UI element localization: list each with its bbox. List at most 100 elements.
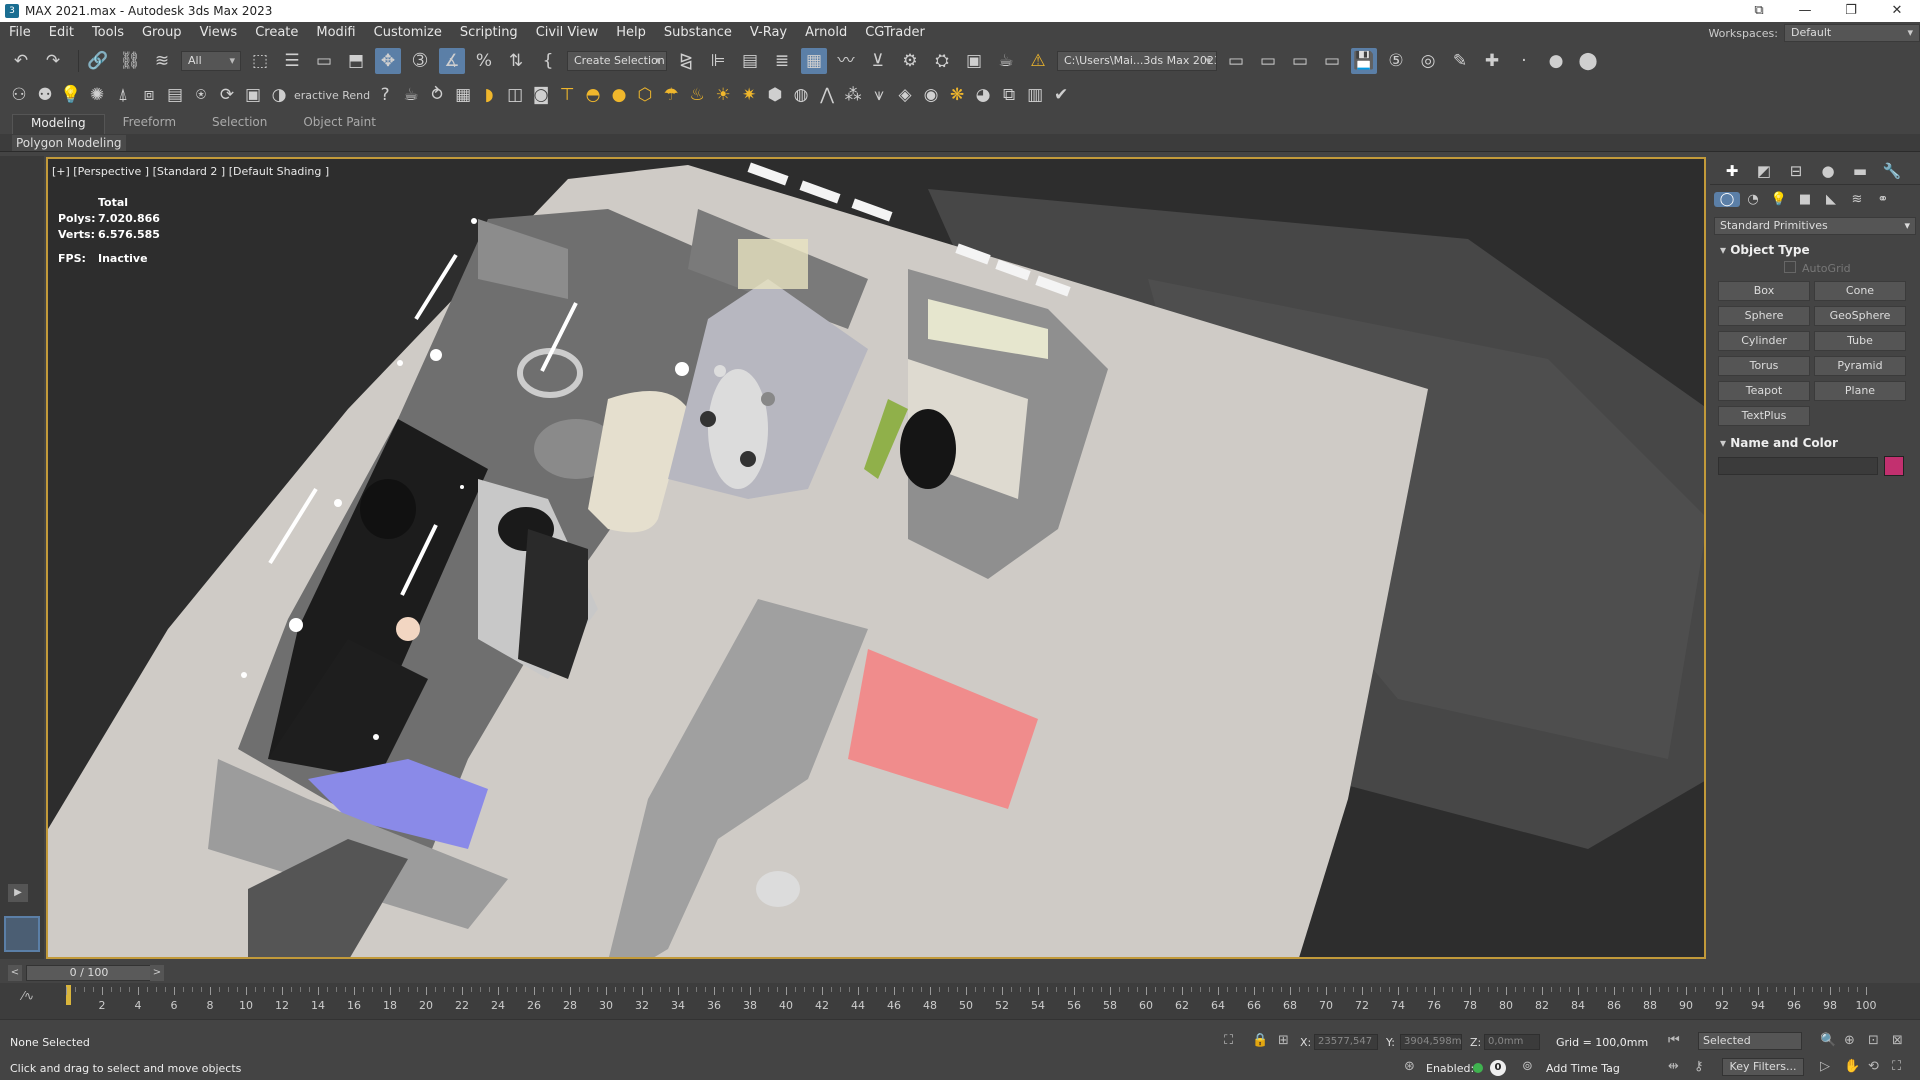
utilities-tab-icon[interactable]: 🔧 [1876,162,1908,180]
tab-selection[interactable]: Selection [194,114,285,134]
pan-view-icon[interactable]: ✋ [1844,1060,1860,1073]
rendered-frame-window-icon[interactable]: ▣ [961,48,987,74]
menu-file[interactable]: File [0,22,40,44]
scene-converter-icon[interactable]: ⧉ [998,82,1020,108]
window-crossing-icon[interactable]: ⬒ [343,48,369,74]
select-and-move-icon[interactable]: ✥ [375,48,401,74]
open-explorer-icon[interactable]: ▭ [1223,48,1249,74]
bind-space-warp-icon[interactable]: ≋ [149,48,175,74]
add-time-tag[interactable]: Add Time Tag [1546,1062,1620,1075]
cone-button[interactable]: Cone [1814,281,1906,301]
cylinder-button[interactable]: Cylinder [1718,331,1810,351]
save-file-icon[interactable]: ▭ [1255,48,1281,74]
render-region-icon[interactable]: ⟳ [216,82,238,108]
play-icon[interactable]: ▶ [8,884,28,902]
named-selection-dropdown[interactable]: Create Selection Se [567,51,667,71]
vray-decal-icon[interactable]: ◈ [894,82,916,108]
vray-camera-icon[interactable]: ◙ [530,82,552,108]
redo-icon[interactable]: ↷ [40,48,66,74]
camera-frame-icon[interactable]: ⧈ [138,82,160,108]
notify-icon[interactable]: ⧉ [1736,0,1782,22]
tab-object-paint[interactable]: Object Paint [285,114,394,134]
field-of-view-icon[interactable]: ▷ [1820,1060,1830,1073]
rotate-view-icon[interactable]: ⥁ [426,82,448,108]
vray-logo-icon[interactable]: ✔ [1050,82,1072,108]
vray-box-icon[interactable]: ⬢ [764,82,786,108]
align-icon[interactable]: ⊫ [705,48,731,74]
toggle-ribbon-icon[interactable]: ▦ [801,48,827,74]
unlink-icon[interactable]: ⛓ [117,48,143,74]
primitive-type-dropdown[interactable]: Standard Primitives [1714,217,1916,235]
menu-help[interactable]: Help [607,22,655,44]
key-mode-toggle-icon[interactable]: ⇹ [1668,1060,1679,1073]
time-prev-icon[interactable]: < [8,965,22,981]
helpers-category-icon[interactable]: ◣ [1818,192,1844,207]
select-object-icon[interactable]: ⬚ [247,48,273,74]
sphere-button[interactable]: Sphere [1718,306,1810,326]
box-button[interactable]: Box [1718,281,1810,301]
motion-tab-icon[interactable]: ● [1812,162,1844,180]
set-key-icon[interactable]: ⚷ [1694,1060,1704,1073]
key-filters-button[interactable]: Key Filters... [1722,1058,1804,1076]
key-mode-icon[interactable]: ⁄∿ [22,989,34,1003]
lights-category-icon[interactable]: 💡 [1766,192,1792,207]
sphere-tool-icon[interactable]: ⬤ [1575,48,1601,74]
save-active-icon[interactable]: 💾 [1351,48,1377,74]
schematic-view-icon[interactable]: ⊻ [865,48,891,74]
restore-icon[interactable]: ❐ [1828,0,1874,22]
shapes-category-icon[interactable]: ◔ [1740,192,1766,207]
menu-arnold[interactable]: Arnold [796,22,856,44]
tab-freeform[interactable]: Freeform [105,114,194,134]
menu-modifiers[interactable]: Modifi [307,22,364,44]
torus-button[interactable]: Torus [1718,356,1810,376]
link-icon[interactable]: 🔗 [85,48,111,74]
list-panel-icon[interactable]: ▤ [164,82,186,108]
render-history-icon[interactable]: ◎ [1415,48,1441,74]
systems-category-icon[interactable]: ⚭ [1870,192,1896,207]
material-editor-icon[interactable]: ⚙ [897,48,923,74]
track-bar[interactable]: ⁄∿ 2 4 6 8 10 12 14 16 18 20 22 24 26 28 30 32 34 36 38 40 4… [0,983,1920,1019]
vfb-icon[interactable]: ⍟ [190,82,212,108]
viewport-layout-icon[interactable] [4,916,40,952]
vray-grass-icon[interactable]: ⩛ [868,82,890,108]
vray-sky-icon[interactable]: ✷ [738,82,760,108]
vray-sphere-light-icon[interactable]: ● [608,82,630,108]
lock-icon[interactable]: 🔒 [1252,1034,1268,1047]
time-tag-icon[interactable]: ⊚ [1522,1060,1533,1073]
layer-explorer-icon[interactable]: ≣ [769,48,795,74]
select-by-name-icon[interactable]: ☰ [279,48,305,74]
rectangular-selection-icon[interactable]: ▭ [311,48,337,74]
palette-icon[interactable]: ◑ [268,82,290,108]
zoom-extents-all-icon[interactable]: ⊠ [1892,1034,1903,1047]
plane-button[interactable]: Plane [1814,381,1906,401]
pyramid-button[interactable]: Pyramid [1814,356,1906,376]
go-to-start-icon[interactable]: ⏮ [1668,1034,1680,1047]
vray-sphere-icon[interactable]: ◍ [790,82,812,108]
selection-filter-dropdown[interactable]: All [181,51,241,71]
asset-tracking-icon[interactable]: ▭ [1319,48,1345,74]
y-coordinate-field[interactable]: 3904,598m [1400,1034,1462,1050]
modify-tab-icon[interactable]: ◩ [1748,162,1780,180]
menu-create[interactable]: Create [246,22,307,44]
hierarchy-tab-icon[interactable]: ⊟ [1780,162,1812,180]
object-name-input[interactable] [1718,457,1878,475]
snap-3d-icon[interactable]: ➂ [407,48,433,74]
workspaces-dropdown[interactable]: Default [1784,24,1920,42]
viewport-label[interactable]: [+] [Perspective ] [Standard 2 ] [Defaul… [52,165,329,178]
adaptive-degradation-icon[interactable]: ⊛ [1404,1060,1415,1073]
frame-buffer-icon[interactable]: ▥ [1024,82,1046,108]
time-next-icon[interactable]: > [150,965,164,981]
angle-snap-icon[interactable]: ∡ [439,48,465,74]
project-folder-dropdown[interactable]: C:\Users\Mai...3ds Max 2023 [1057,51,1217,71]
menu-group[interactable]: Group [133,22,191,44]
xref-icon[interactable]: ▭ [1287,48,1313,74]
sync-icon[interactable]: ⑤ [1383,48,1409,74]
display-tab-icon[interactable]: ▬ [1844,162,1876,180]
autogrid-checkbox[interactable]: AutoGrid [1714,259,1916,279]
vray-plane-light-icon[interactable]: ⊤ [556,82,578,108]
vray-sun-icon[interactable]: ☀ [712,82,734,108]
z-coordinate-field[interactable]: 0,0mm [1484,1034,1540,1050]
object-color-swatch[interactable] [1884,456,1904,476]
light-bulb-icon[interactable]: 💡 [60,82,82,108]
polygon-modeling-panel[interactable]: Polygon Modeling [12,135,126,151]
